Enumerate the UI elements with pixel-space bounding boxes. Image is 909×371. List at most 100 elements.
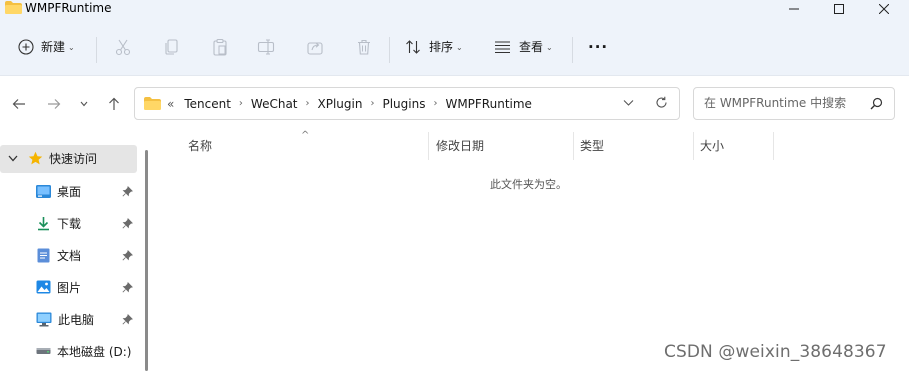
maximize-button[interactable] <box>817 0 861 17</box>
desktop-icon <box>36 184 51 198</box>
chevron-down-icon <box>80 101 88 107</box>
toolbar-divider <box>96 37 97 63</box>
file-list: ^ 名称 修改日期 类型 大小 此文件夹为空。 <box>158 130 909 371</box>
more-icon: ··· <box>588 37 609 56</box>
minimize-icon <box>789 8 799 9</box>
clipboard-icon <box>213 38 227 56</box>
share-icon <box>307 41 323 55</box>
search-icon <box>870 97 883 110</box>
delete-button[interactable] <box>355 17 373 76</box>
watermark: CSDN @weixin_38648367 <box>664 342 887 362</box>
breadcrumb-item[interactable]: WMPFRuntime <box>445 97 531 111</box>
share-button[interactable] <box>306 17 324 76</box>
chevron-down-icon: ⌄ <box>546 42 553 52</box>
minimize-button[interactable] <box>772 0 816 17</box>
column-divider[interactable] <box>693 132 694 160</box>
close-icon <box>879 3 889 14</box>
sidebar-item-label: 此电脑 <box>58 312 95 327</box>
download-icon <box>38 216 49 230</box>
copy-icon <box>165 38 178 55</box>
sidebar-item-label: 下载 <box>57 216 82 231</box>
column-header-type[interactable]: 类型 <box>580 132 604 160</box>
pin-icon[interactable] <box>122 281 133 293</box>
address-row: « Tencent › WeChat › XPlugin › Plugins ›… <box>0 76 909 132</box>
pin-icon[interactable] <box>122 249 133 261</box>
toolbar-divider <box>572 37 573 63</box>
arrow-left-icon <box>12 99 25 109</box>
title-bar: WMPFRuntime <box>0 0 909 17</box>
sidebar-item-quick-access[interactable]: 快速访问 <box>0 145 137 173</box>
star-icon <box>28 151 43 165</box>
forward-button[interactable] <box>44 94 64 114</box>
sidebar-item-label: 本地磁盘 (D:) <box>57 344 132 359</box>
breadcrumb-item[interactable]: XPlugin <box>318 97 363 111</box>
breadcrumb: « Tencent › WeChat › XPlugin › Plugins ›… <box>167 88 532 119</box>
paste-button[interactable] <box>211 17 229 76</box>
column-header-size[interactable]: 大小 <box>700 132 724 160</box>
picture-icon <box>36 280 51 294</box>
close-button[interactable] <box>862 0 906 17</box>
sidebar-item-desktop[interactable]: 桌面 <box>36 177 146 205</box>
command-bar: 新建 ⌄ 排序 ⌄ 查看 ⌄ ··· <box>0 17 909 76</box>
sidebar-item-label: 桌面 <box>57 184 82 199</box>
search-placeholder: 在 WMPFRuntime 中搜索 <box>704 96 847 110</box>
empty-folder-message: 此文件夹为空。 <box>490 178 567 191</box>
sidebar-item-pictures[interactable]: 图片 <box>36 273 146 301</box>
maximize-icon <box>834 3 844 14</box>
chevron-right-icon: › <box>305 98 310 109</box>
pin-icon[interactable] <box>122 217 133 229</box>
view-label: 查看 <box>519 40 544 54</box>
breadcrumb-item[interactable]: WeChat <box>251 97 298 111</box>
new-label: 新建 <box>41 40 66 54</box>
column-divider[interactable] <box>573 132 574 160</box>
chevron-right-icon: › <box>370 98 375 109</box>
pin-icon[interactable] <box>122 185 133 197</box>
back-button[interactable] <box>9 94 29 114</box>
column-header-date[interactable]: 修改日期 <box>436 132 484 160</box>
recent-locations-button[interactable] <box>74 94 94 114</box>
copy-button[interactable] <box>163 17 181 76</box>
column-header-name[interactable]: 名称 <box>188 132 212 160</box>
view-button[interactable]: 查看 ⌄ <box>494 17 553 76</box>
sort-ascending-icon: ^ <box>301 130 310 141</box>
pin-icon[interactable] <box>122 313 133 325</box>
folder-icon <box>144 97 161 110</box>
sidebar-item-this-pc[interactable]: 此电脑 <box>36 305 146 333</box>
chevron-down-icon: ⌄ <box>68 42 75 52</box>
sidebar-item-documents[interactable]: 文档 <box>36 241 146 269</box>
computer-icon <box>36 312 52 326</box>
column-divider[interactable] <box>773 132 774 160</box>
sidebar-item-label: 快速访问 <box>49 152 98 166</box>
chevron-right-icon: › <box>433 98 438 109</box>
rename-icon <box>257 38 275 55</box>
chevron-down-icon: ⌄ <box>456 42 463 52</box>
more-button[interactable]: ··· <box>588 17 608 76</box>
scissors-icon <box>115 39 131 55</box>
address-bar[interactable]: « Tencent › WeChat › XPlugin › Plugins ›… <box>134 87 680 120</box>
up-button[interactable] <box>104 94 124 114</box>
window-title: WMPFRuntime <box>25 1 112 15</box>
refresh-icon[interactable] <box>655 96 668 109</box>
navigation-pane: 快速访问 桌面 下载 文档 图片 此电脑 本地磁盘 (D:) <box>0 132 150 371</box>
sidebar-item-downloads[interactable]: 下载 <box>36 209 146 237</box>
nav-pane-scrollbar[interactable] <box>145 150 148 371</box>
sidebar-item-label: 图片 <box>57 280 82 295</box>
chevron-down-icon[interactable] <box>623 97 634 108</box>
folder-icon <box>5 1 22 14</box>
rename-button[interactable] <box>257 17 275 76</box>
search-input[interactable]: 在 WMPFRuntime 中搜索 <box>693 87 895 120</box>
trash-icon <box>358 39 370 55</box>
breadcrumb-item[interactable]: Tencent <box>184 97 231 111</box>
breadcrumb-overflow[interactable]: « <box>167 97 174 111</box>
drive-icon <box>36 348 51 354</box>
breadcrumb-item[interactable]: Plugins <box>382 97 425 111</box>
sort-button[interactable]: 排序 ⌄ <box>405 17 463 76</box>
arrow-right-icon <box>48 99 61 109</box>
toolbar-divider <box>389 37 390 63</box>
sidebar-item-local-disk-d[interactable]: 本地磁盘 (D:) <box>36 337 146 365</box>
column-divider[interactable] <box>428 132 429 160</box>
new-button[interactable]: 新建 ⌄ <box>18 17 75 76</box>
sidebar-item-label: 文档 <box>57 248 82 263</box>
cut-button[interactable] <box>114 17 132 76</box>
document-icon <box>37 248 50 262</box>
